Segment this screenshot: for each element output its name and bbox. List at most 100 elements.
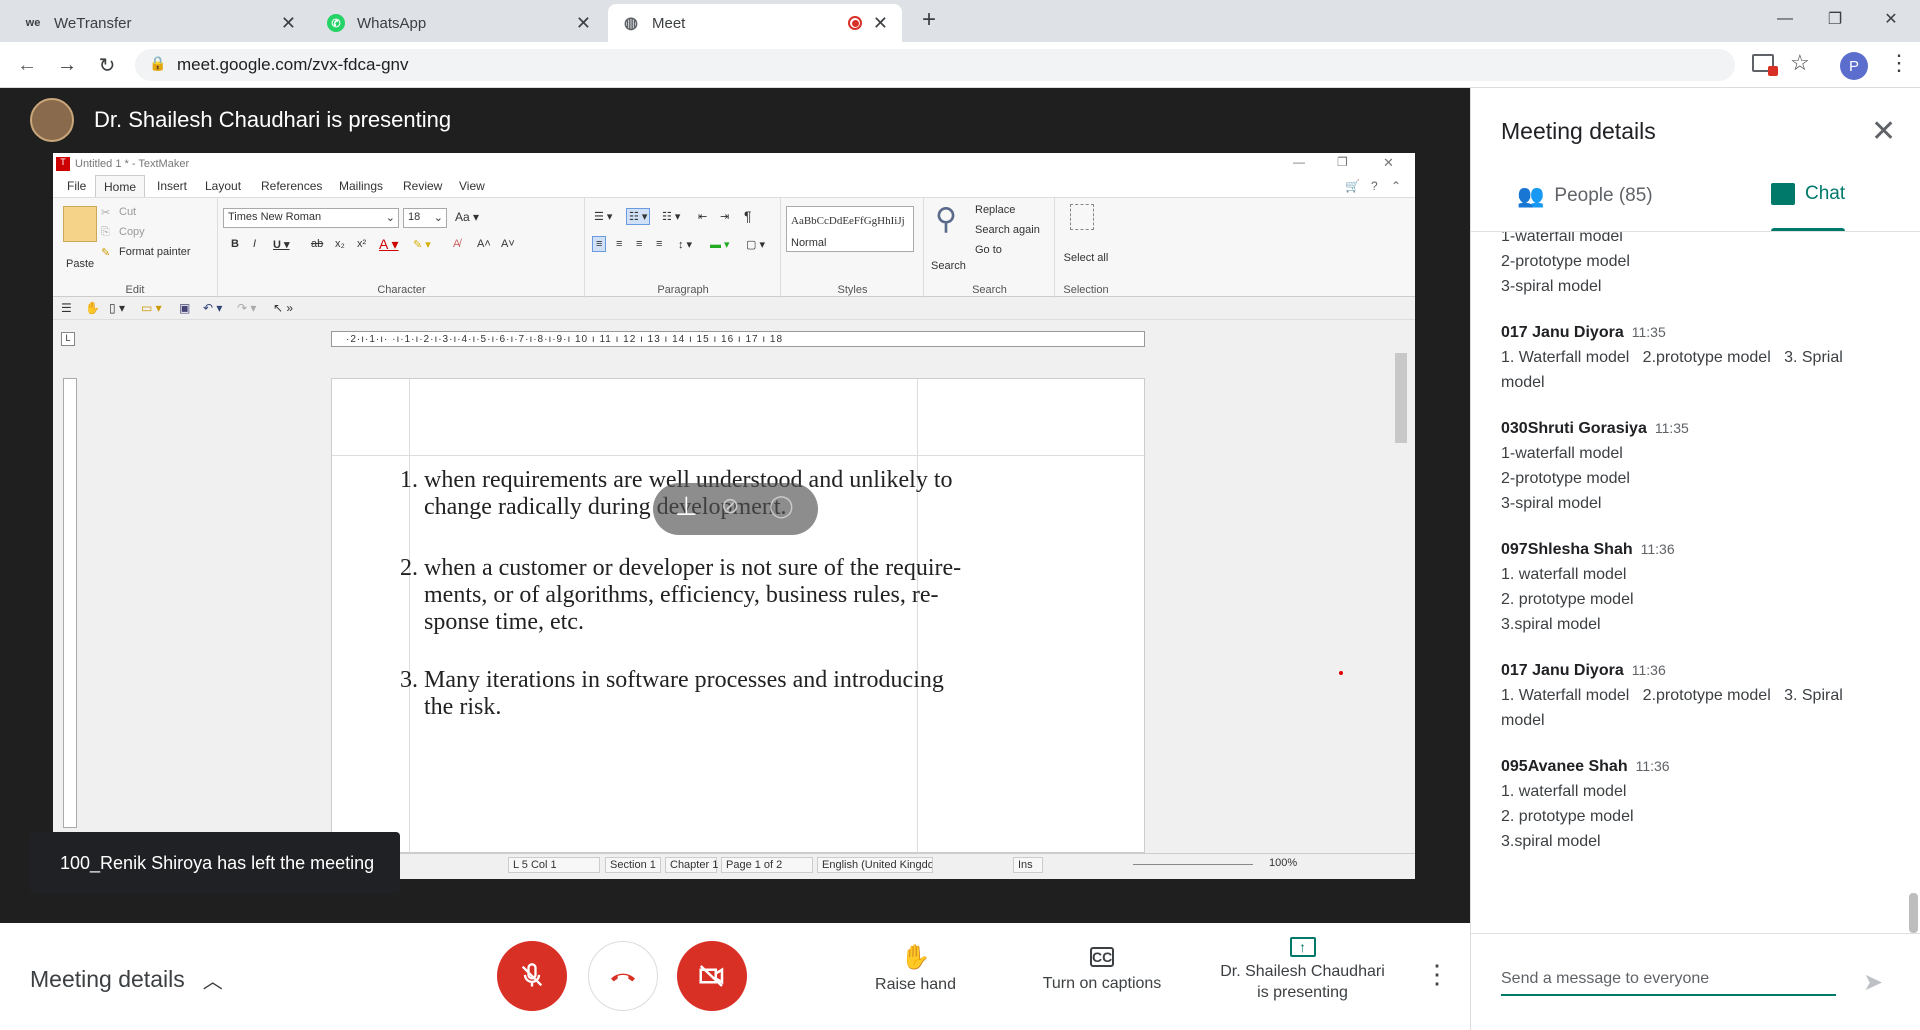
more-options-icon[interactable]: ⋮	[1424, 959, 1450, 990]
align-center-icon[interactable]: ≡	[616, 238, 622, 250]
change-case-icon[interactable]: Aa ▾	[455, 210, 479, 224]
strikethrough-icon[interactable]: ab	[311, 238, 323, 250]
close-tab-icon[interactable]: ✕	[873, 13, 888, 34]
pointer-icon[interactable]: ↖ »	[273, 301, 293, 315]
bookmark-star-icon[interactable]: ☆	[1790, 50, 1810, 76]
mic-off-button[interactable]	[497, 941, 567, 1011]
grow-font-icon[interactable]: A˄	[477, 238, 491, 250]
tm-minimize-icon[interactable]: —	[1293, 155, 1305, 169]
align-left-icon[interactable]: ≡	[592, 236, 607, 252]
remove-icon[interactable]: ◯	[769, 493, 794, 519]
chat-message-list[interactable]: 1-waterfall model 2-prototype model 3-sp…	[1501, 232, 1911, 927]
search-button[interactable]: Search	[931, 260, 966, 272]
open-folder-icon[interactable]: ▭ ▾	[141, 301, 162, 315]
document-page[interactable]: 1. when requirements are well understood…	[331, 378, 1146, 854]
superscript-icon[interactable]: x²	[357, 238, 366, 250]
format-painter-button[interactable]: Format painter	[119, 246, 191, 258]
raise-hand-button[interactable]: ✋ Raise hand	[868, 943, 963, 994]
restore-icon[interactable]: ❐	[1810, 0, 1860, 38]
url-field[interactable]: 🔒 meet.google.com/zvx-fdca-gnv	[135, 49, 1735, 81]
close-tab-icon[interactable]: ✕	[576, 13, 591, 34]
goto-button[interactable]: Go to	[975, 244, 1002, 256]
increase-indent-icon[interactable]: ⇥	[720, 210, 729, 223]
menu-mailings[interactable]: Mailings	[339, 179, 383, 193]
multilevel-list-icon[interactable]: ☷ ▾	[662, 210, 680, 223]
camera-blocked-icon[interactable]	[1752, 54, 1778, 76]
menu-view[interactable]: View	[459, 179, 485, 193]
replace-button[interactable]: Replace	[975, 204, 1015, 216]
tab-meet[interactable]: ◍ Meet ✕	[608, 4, 902, 42]
italic-icon[interactable]: I	[253, 238, 256, 250]
menu-home[interactable]: Home	[95, 175, 146, 197]
tm-restore-icon[interactable]: ❐	[1337, 155, 1348, 169]
undo-icon[interactable]: ↶ ▾	[203, 301, 222, 315]
close-panel-icon[interactable]: ✕	[1871, 114, 1896, 149]
search-icon[interactable]: ⚲	[935, 202, 957, 237]
minimize-icon[interactable]: —	[1760, 0, 1810, 38]
tm-close-icon[interactable]: ✕	[1383, 155, 1394, 171]
pin-icon[interactable]: ⊥	[675, 491, 698, 522]
underline-icon[interactable]: U ▾	[273, 238, 290, 251]
menu-review[interactable]: Review	[403, 179, 442, 193]
back-icon[interactable]: ←	[14, 52, 40, 78]
chat-input[interactable]: Send a message to everyone	[1501, 966, 1836, 996]
collapse-ribbon-icon[interactable]: ⌃	[1391, 179, 1401, 193]
captions-button[interactable]: CC Turn on captions	[1032, 943, 1172, 993]
hand-icon[interactable]: ✋	[85, 301, 100, 315]
pilcrow-icon[interactable]: ¶	[744, 208, 752, 224]
paste-label[interactable]: Paste	[66, 258, 94, 270]
new-document-icon[interactable]: ▯ ▾	[109, 301, 125, 315]
line-spacing-icon[interactable]: ↕ ▾	[678, 238, 692, 251]
menu-file[interactable]: File	[67, 179, 86, 193]
mute-icon[interactable]: ⊘	[721, 493, 739, 519]
copy-button[interactable]: Copy	[119, 226, 145, 238]
clear-formatting-icon[interactable]: A̸	[453, 238, 460, 250]
highlight-icon[interactable]: ✎ ▾	[413, 238, 431, 251]
document-scrollbar[interactable]	[1391, 333, 1411, 863]
scroll-thumb[interactable]	[1395, 353, 1407, 443]
send-icon[interactable]: ➤	[1863, 968, 1883, 997]
shading-icon[interactable]: ▬ ▾	[710, 238, 730, 251]
chat-scrollbar[interactable]	[1909, 893, 1918, 933]
decrease-indent-icon[interactable]: ⇤	[698, 210, 707, 223]
search-again-button[interactable]: Search again	[975, 224, 1040, 236]
new-tab-icon[interactable]: +	[922, 6, 936, 34]
tab-whatsapp[interactable]: ✆ WhatsApp ✕	[313, 4, 605, 42]
select-all-icon[interactable]	[1070, 204, 1094, 230]
menu-layout[interactable]: Layout	[205, 179, 241, 193]
reload-icon[interactable]: ↻	[94, 52, 120, 78]
menu-insert[interactable]: Insert	[157, 179, 187, 193]
help-icon[interactable]: ?	[1371, 179, 1378, 193]
redo-icon[interactable]: ↷ ▾	[237, 301, 256, 315]
tab-chat[interactable]: Chat	[1771, 183, 1845, 205]
bullet-list-icon[interactable]: ☰ ▾	[594, 210, 612, 223]
font-combo[interactable]: Times New Roman ⌄	[223, 208, 399, 228]
meeting-details-toggle[interactable]: Meeting details ︿	[30, 965, 223, 994]
font-color-icon[interactable]: A ▾	[379, 236, 398, 253]
leave-call-button[interactable]	[588, 941, 658, 1011]
tab-wetransfer[interactable]: we WeTransfer ✕	[10, 4, 310, 42]
close-tab-icon[interactable]: ✕	[281, 13, 296, 34]
tab-people[interactable]: 👥 People (85)	[1517, 183, 1653, 209]
borders-icon[interactable]: ▢ ▾	[746, 238, 765, 251]
browser-menu-icon[interactable]: ⋮	[1888, 50, 1910, 76]
forward-icon[interactable]: →	[54, 52, 80, 78]
save-icon[interactable]: ▣	[179, 301, 190, 315]
tab-stop-icon[interactable]: L	[61, 332, 75, 346]
subscript-icon[interactable]: x₂	[335, 238, 345, 250]
status-zoom[interactable]: 100%	[1269, 857, 1297, 869]
window-close-icon[interactable]: ✕	[1866, 0, 1916, 38]
justify-icon[interactable]: ≡	[656, 238, 662, 250]
cart-icon[interactable]: 🛒	[1345, 179, 1360, 193]
profile-avatar[interactable]: P	[1840, 52, 1868, 80]
presenting-button[interactable]: ↑ Dr. Shailesh Chaudhari is presenting	[1210, 937, 1395, 1003]
styles-gallery[interactable]: AaBbCcDdEeFfGgHhIiJj Normal	[786, 206, 914, 252]
align-right-icon[interactable]: ≡	[636, 238, 642, 250]
zoom-slider[interactable]	[1133, 864, 1253, 865]
bold-icon[interactable]: B	[231, 238, 239, 250]
camera-off-button[interactable]	[677, 941, 747, 1011]
select-all-button[interactable]: Select all	[1062, 252, 1110, 264]
menu-references[interactable]: References	[261, 179, 322, 193]
hamburger-icon[interactable]: ☰	[61, 301, 72, 315]
cut-button[interactable]: Cut	[119, 206, 136, 218]
